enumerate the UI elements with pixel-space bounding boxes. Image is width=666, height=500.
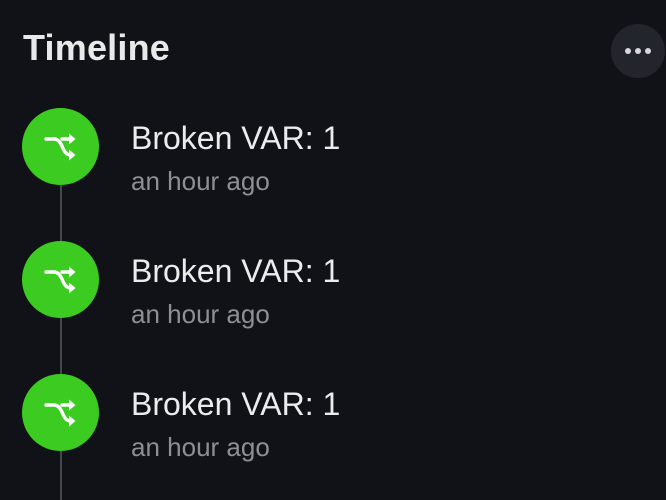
timeline-entry[interactable]: Broken VAR: 1 an hour ago [0,374,666,474]
shuffle-icon [22,108,99,185]
entry-title: Broken VAR: 1 [131,120,341,156]
more-horizontal-icon [625,48,651,54]
entry-timestamp: an hour ago [131,432,270,462]
entry-timestamp: an hour ago [131,166,270,196]
shuffle-icon [22,374,99,451]
shuffle-icon [22,241,99,318]
timeline-entry[interactable]: Broken VAR: 1 an hour ago [0,241,666,341]
more-options-button[interactable] [611,24,665,78]
page-title: Timeline [23,27,170,68]
entry-title: Broken VAR: 1 [131,253,341,289]
entry-title: Broken VAR: 1 [131,386,341,422]
timeline-screen: Timeline Broken VAR: 1 an hour ago Broke… [0,0,666,500]
timeline-entry[interactable]: Broken VAR: 1 an hour ago [0,108,666,208]
entry-timestamp: an hour ago [131,299,270,329]
